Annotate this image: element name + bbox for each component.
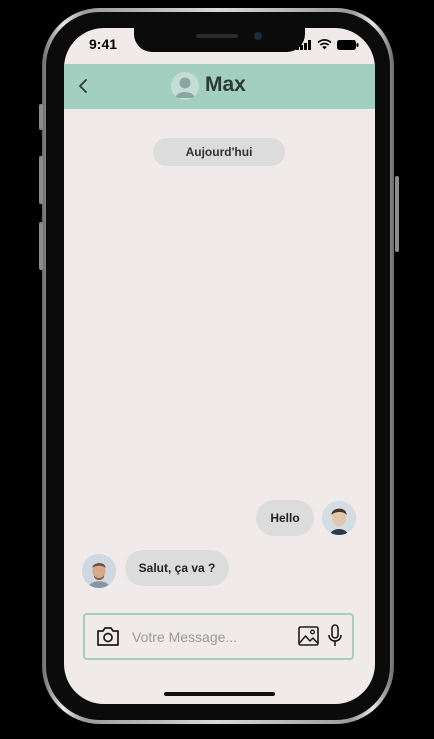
power-button bbox=[395, 176, 399, 252]
chat-header: Max bbox=[64, 64, 375, 109]
app-screen: 9:41 Max Aujourd'hui Hello Salut, ça va … bbox=[64, 28, 375, 704]
home-indicator[interactable] bbox=[164, 692, 275, 696]
signal-icon bbox=[296, 39, 311, 50]
microphone-icon[interactable] bbox=[327, 624, 343, 648]
message-composer bbox=[83, 613, 354, 660]
wifi-icon bbox=[317, 39, 332, 50]
silent-switch bbox=[39, 104, 43, 130]
contact-avatar[interactable] bbox=[82, 554, 116, 588]
volume-down-button bbox=[39, 222, 43, 270]
my-avatar[interactable] bbox=[322, 501, 356, 535]
battery-icon bbox=[337, 39, 359, 50]
status-time: 9:41 bbox=[89, 36, 118, 52]
message-incoming[interactable]: Salut, ça va ? bbox=[125, 550, 229, 586]
notch bbox=[134, 28, 305, 52]
status-icons bbox=[296, 39, 359, 50]
user-avatar-icon[interactable] bbox=[171, 72, 199, 100]
contact-name[interactable]: Max bbox=[205, 73, 246, 97]
volume-up-button bbox=[39, 156, 43, 204]
front-camera bbox=[254, 32, 262, 40]
message-outgoing[interactable]: Hello bbox=[256, 500, 314, 536]
date-separator: Aujourd'hui bbox=[153, 138, 285, 166]
image-icon[interactable] bbox=[298, 626, 319, 646]
chevron-left-icon[interactable] bbox=[74, 76, 94, 96]
speaker bbox=[196, 34, 238, 38]
message-input[interactable] bbox=[132, 625, 292, 649]
camera-icon[interactable] bbox=[96, 625, 120, 647]
